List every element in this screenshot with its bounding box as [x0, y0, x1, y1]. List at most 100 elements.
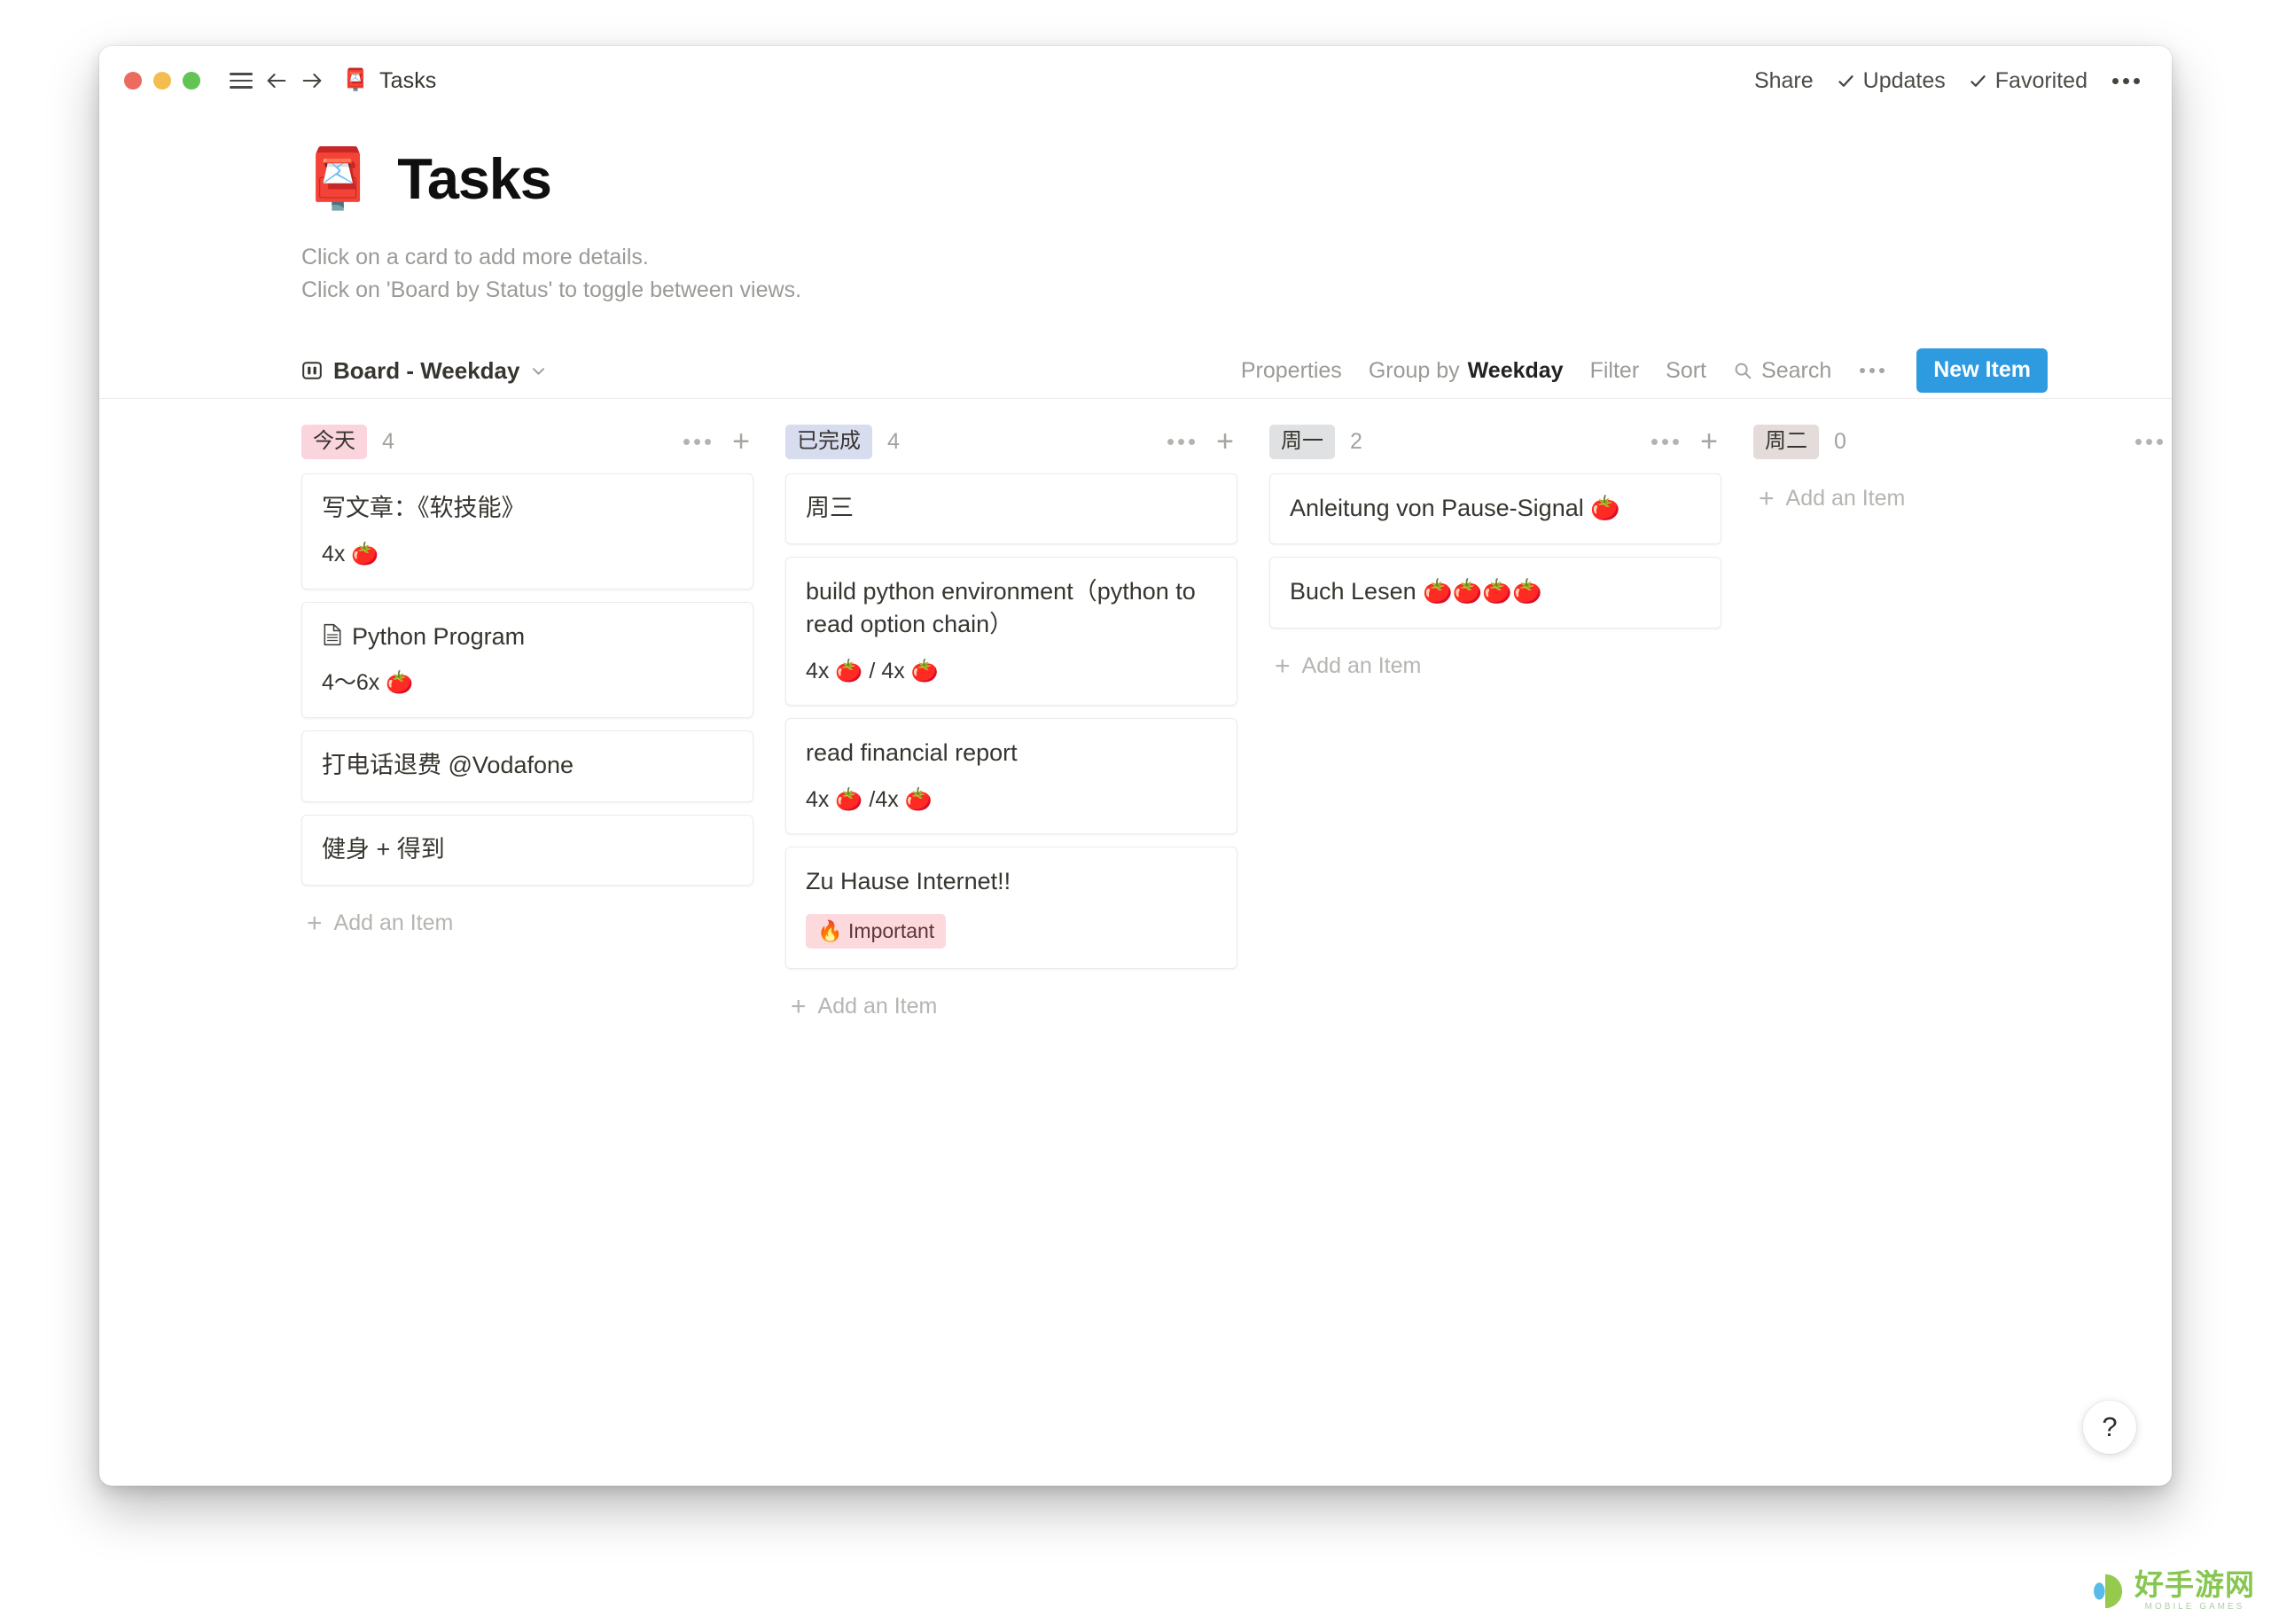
board-card[interactable]: 打电话退费 @Vodafone: [301, 730, 753, 802]
card-title-text: Python Program: [352, 622, 526, 650]
column-more-button[interactable]: [1164, 432, 1198, 452]
mailbox-icon: 📮: [301, 145, 375, 211]
search-label: Search: [1761, 357, 1832, 383]
check-icon: [1971, 74, 1986, 87]
new-item-button[interactable]: New Item: [1916, 348, 2048, 393]
card-title-text: 周三: [806, 494, 854, 521]
column-add-card-button[interactable]: +: [1700, 426, 1718, 456]
view-toolbar-actions: Properties Group by Weekday Filter Sort …: [1241, 348, 2048, 393]
column-name-badge[interactable]: 周二: [1753, 425, 1819, 459]
watermark-subtitle: MOBILE GAMES: [2144, 1602, 2245, 1612]
minimize-window-button[interactable]: [153, 72, 171, 90]
page-icon: [324, 623, 341, 645]
page-description: Click on a card to add more details. Cli…: [301, 241, 2172, 307]
card-title: 写文章：《软技能》: [322, 492, 733, 525]
column-more-button[interactable]: [1648, 432, 1682, 452]
card-title: build python environment（python to read …: [806, 575, 1217, 640]
column-more-button[interactable]: [680, 432, 714, 452]
help-button[interactable]: ?: [2083, 1401, 2136, 1454]
breadcrumb[interactable]: 📮 Tasks: [342, 68, 436, 94]
page-header: 📮 Tasks Click on a card to add more deta…: [99, 115, 2172, 307]
add-item-button[interactable]: + Add an Item: [301, 898, 753, 949]
board-card[interactable]: Buch Lesen 🍅🍅🍅🍅: [1269, 557, 1721, 629]
card-title-text: Buch Lesen 🍅🍅🍅🍅: [1290, 578, 1542, 605]
card-meta: 4x 🍅 / 4x 🍅: [806, 658, 939, 683]
page-description-line-2: Click on 'Board by Status' to toggle bet…: [301, 277, 802, 302]
close-window-button[interactable]: [124, 72, 142, 90]
card-title-text: read financial report: [806, 739, 1018, 767]
view-toolbar: Board - Weekday Properties Group by Week…: [99, 344, 2172, 399]
card-title-text: build python environment（python to read …: [806, 578, 1196, 637]
mailbox-icon: 📮: [342, 68, 369, 92]
column-count: 2: [1350, 429, 1362, 454]
card-title-text: 打电话退费 @Vodafone: [322, 751, 574, 778]
watermark-logo-icon: [2088, 1573, 2123, 1608]
sidebar-toggle-button[interactable]: [223, 63, 259, 98]
zoom-window-button[interactable]: [183, 72, 200, 90]
card-meta: 4～6x 🍅: [322, 670, 414, 696]
board-column: 周二 0 ++ Add an Item: [1753, 418, 2172, 524]
dot-icon: [2123, 77, 2129, 84]
dot-icon: [2146, 439, 2153, 445]
back-button[interactable]: [259, 63, 294, 98]
view-name: Board - Weekday: [333, 356, 520, 384]
board-card[interactable]: build python environment（python to read …: [785, 557, 1237, 707]
column-more-button[interactable]: [2132, 432, 2166, 452]
updates-button[interactable]: Updates: [1837, 68, 1946, 94]
dot-icon: [2134, 77, 2140, 84]
dot-icon: [1189, 439, 1196, 445]
column-name-badge[interactable]: 已完成: [785, 425, 872, 459]
board-card[interactable]: 周三: [785, 472, 1237, 545]
plus-icon: +: [307, 909, 323, 939]
card-title: Zu Hause Internet!!: [806, 865, 1217, 898]
add-item-button[interactable]: + Add an Item: [1753, 473, 2172, 524]
dot-icon: [2112, 77, 2119, 84]
column-header: 周一 2 +: [1269, 418, 1721, 466]
forward-button[interactable]: [294, 63, 330, 98]
watermark-text: 好手游网 MOBILE GAMES: [2134, 1570, 2255, 1612]
add-item-button[interactable]: + Add an Item: [785, 981, 1237, 1032]
column-header: 今天 4 +: [301, 418, 753, 466]
watermark-title: 好手游网: [2134, 1568, 2255, 1601]
card-title: Anleitung von Pause-Signal 🍅: [1290, 492, 1701, 525]
board-card[interactable]: 健身 + 得到: [301, 814, 753, 886]
column-name-badge[interactable]: 今天: [301, 425, 367, 459]
board-column: 周一 2 + Anleitung von Pause-Signal 🍅 Buch Les…: [1269, 418, 1721, 691]
board-card[interactable]: Zu Hause Internet!! 🔥 Important: [785, 847, 1237, 969]
view-selector[interactable]: Board - Weekday: [301, 357, 547, 385]
filter-button[interactable]: Filter: [1590, 358, 1640, 384]
column-count: 4: [887, 429, 900, 454]
board-card[interactable]: read financial report 4x 🍅 /4x 🍅: [785, 718, 1237, 835]
search-icon: [1735, 363, 1752, 379]
board-card[interactable]: Anleitung von Pause-Signal 🍅: [1269, 472, 1721, 545]
updates-label: Updates: [1862, 67, 1946, 93]
group-by-button[interactable]: Group by Weekday: [1369, 358, 1564, 384]
title-bar: 📮 Tasks Share Updates Favorited: [99, 46, 2172, 115]
dot-icon: [694, 439, 701, 445]
sort-button[interactable]: Sort: [1666, 358, 1706, 384]
group-by-value: Weekday: [1467, 357, 1564, 383]
titlebar-more-button[interactable]: [2111, 74, 2142, 88]
column-add-card-button[interactable]: +: [1216, 426, 1234, 456]
favorited-button[interactable]: Favorited: [1969, 68, 2088, 94]
favorited-label: Favorited: [1994, 67, 2088, 93]
card-title: Buch Lesen 🍅🍅🍅🍅: [1290, 575, 1701, 608]
search-button[interactable]: Search: [1733, 358, 1831, 384]
column-add-card-button[interactable]: +: [732, 426, 750, 456]
board-card[interactable]: Python Program 4～6x 🍅: [301, 601, 753, 718]
properties-button[interactable]: Properties: [1241, 358, 1342, 384]
share-button[interactable]: Share: [1754, 68, 1814, 94]
add-item-button[interactable]: + Add an Item: [1269, 641, 1721, 691]
card-tag: 🔥 Important: [806, 914, 947, 949]
board-column: 已完成 4 + 周三 build python environment（python t…: [785, 418, 1237, 1032]
board-column: 今天 4 + 写文章：《软技能》 4x 🍅 Python Program 4～6x 🍅 打电话…: [301, 418, 753, 949]
card-meta: 4x 🍅: [322, 542, 379, 567]
add-item-label: Add an Item: [1785, 485, 1906, 511]
page-title: 📮 Tasks: [301, 149, 2172, 207]
column-header: 已完成 4 +: [785, 418, 1237, 466]
card-title: 周三: [806, 492, 1217, 525]
column-name-badge[interactable]: 周一: [1269, 425, 1335, 459]
view-more-button[interactable]: [1858, 363, 1886, 379]
page-title-text[interactable]: Tasks: [397, 150, 552, 207]
board-card[interactable]: 写文章：《软技能》 4x 🍅: [301, 472, 753, 589]
